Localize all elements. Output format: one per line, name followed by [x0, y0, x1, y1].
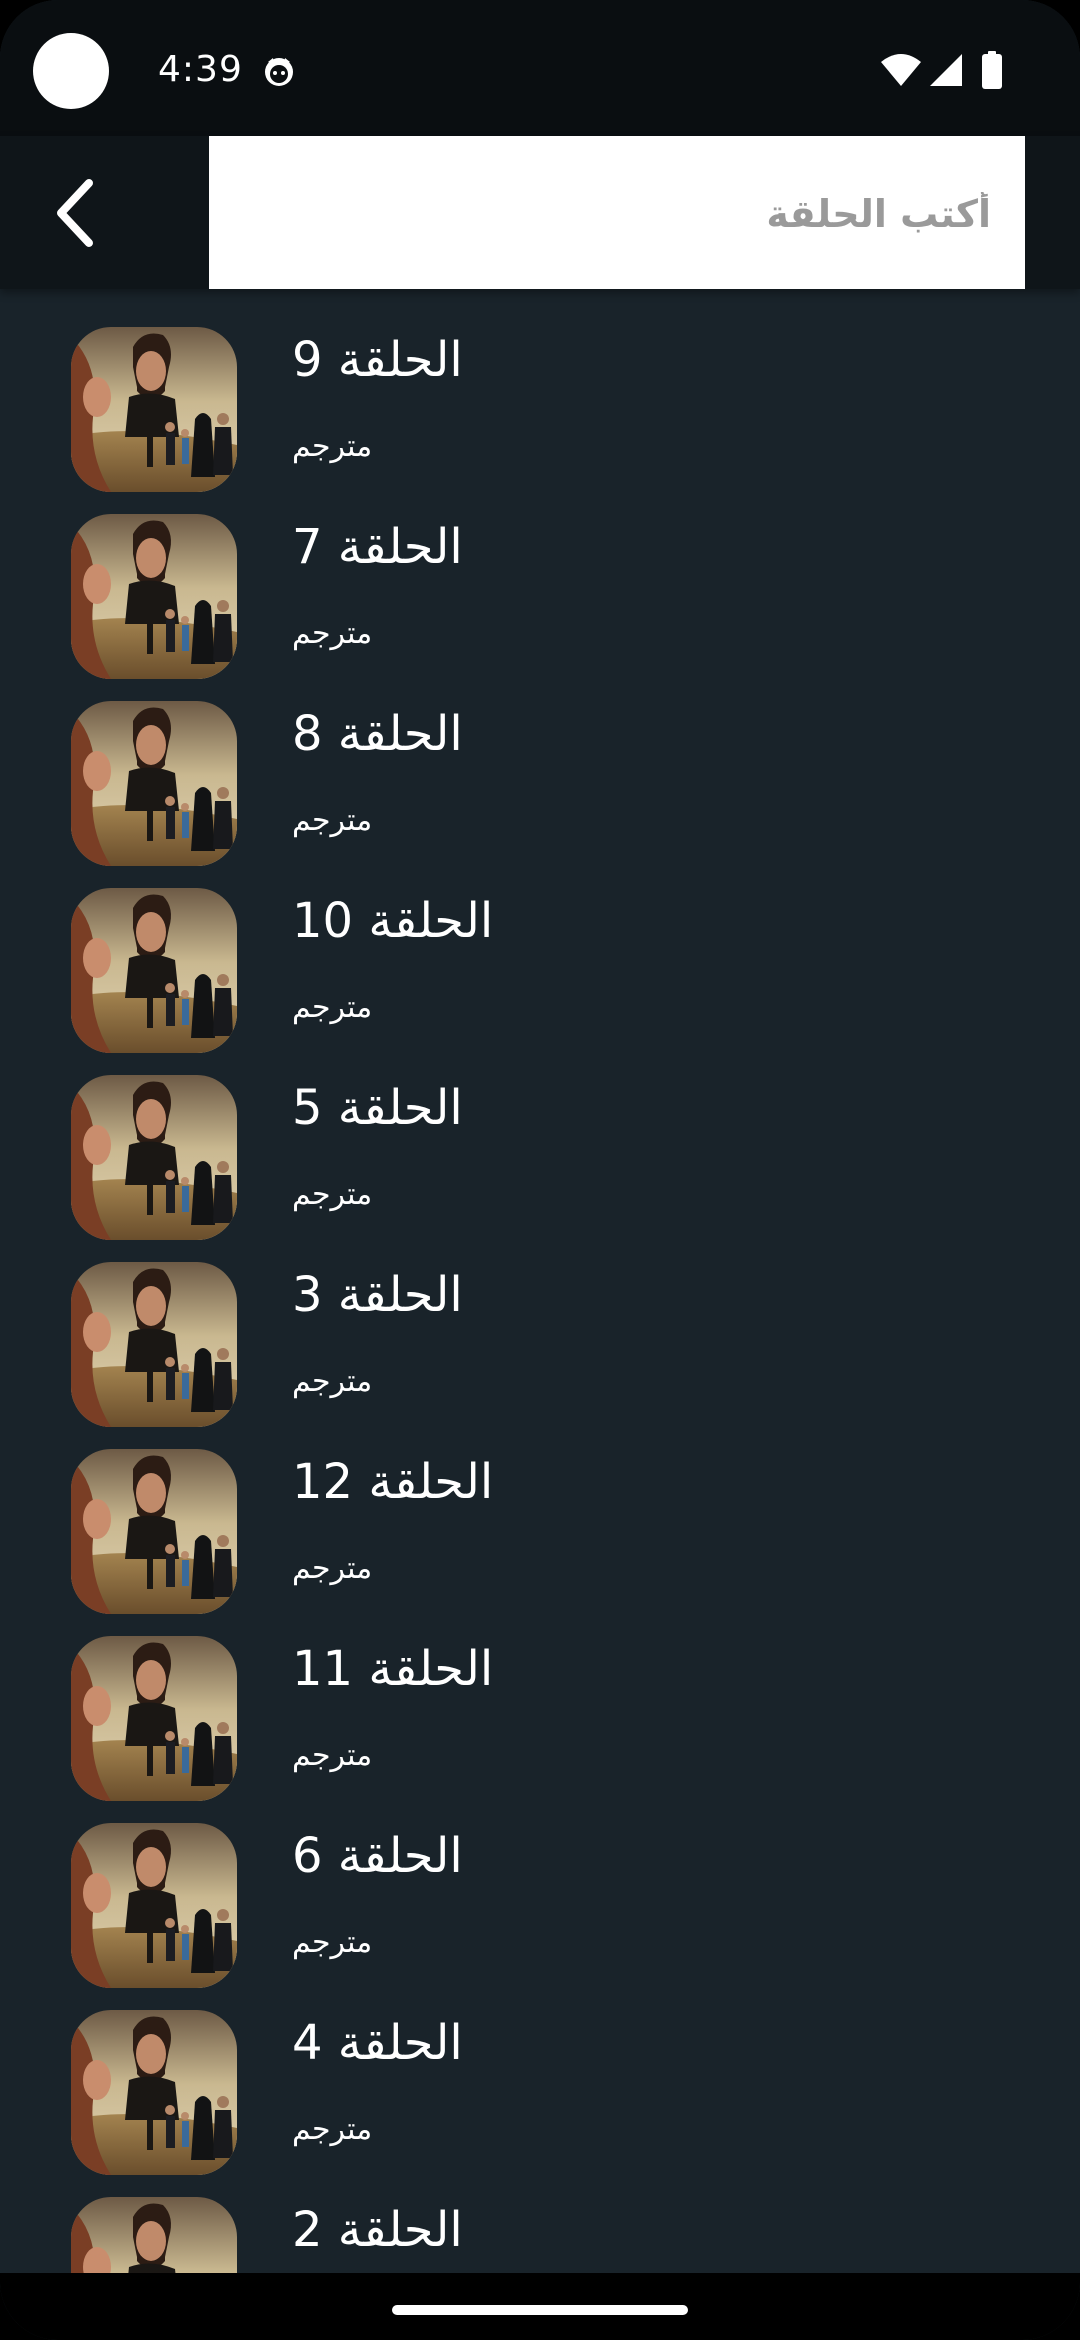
episode-title: الحلقة 5: [292, 1080, 463, 1136]
navigation-bar: [0, 2273, 1080, 2340]
episode-thumbnail: [71, 701, 237, 866]
episode-thumbnail: [71, 2010, 237, 2175]
episode-title: الحلقة 3: [292, 1267, 463, 1323]
search-box: [209, 136, 1025, 291]
episode-subtitle: مترجم: [292, 1177, 373, 1212]
episode-subtitle: مترجم: [292, 429, 373, 464]
episode-item[interactable]: الحلقة 6 مترجم: [0, 1785, 1080, 1972]
episode-thumbnail: [71, 2197, 237, 2273]
episode-title: الحلقة 10: [292, 893, 494, 949]
episode-title: الحلقة 6: [292, 1828, 463, 1884]
episode-item[interactable]: الحلقة 9 مترجم: [0, 289, 1080, 476]
episode-thumbnail: [71, 888, 237, 1053]
status-bar: 4:39: [0, 0, 1080, 136]
episode-subtitle: مترجم: [292, 990, 373, 1025]
search-input[interactable]: [245, 136, 993, 291]
episode-item[interactable]: الحلقة 5 مترجم: [0, 1037, 1080, 1224]
episode-item[interactable]: الحلقة 7 مترجم: [0, 476, 1080, 663]
episode-title: الحلقة 2: [292, 2202, 463, 2258]
episode-thumbnail: [71, 1075, 237, 1240]
episode-item[interactable]: الحلقة 4 مترجم: [0, 1972, 1080, 2159]
episode-thumbnail: [71, 514, 237, 679]
episode-item[interactable]: الحلقة 3 مترجم: [0, 1224, 1080, 1411]
episode-list: الحلقة 9 مترجم الحلقة 7 مترجم الحلقة 8 م…: [0, 289, 1080, 2273]
episode-item[interactable]: الحلقة 12 مترجم: [0, 1411, 1080, 1598]
wifi-icon: [881, 54, 921, 86]
back-button[interactable]: [30, 170, 120, 256]
signal-icon: [930, 54, 962, 86]
episode-item[interactable]: الحلقة 10 مترجم: [0, 850, 1080, 1037]
episode-subtitle: مترجم: [292, 616, 373, 651]
episode-subtitle: مترجم: [292, 1551, 373, 1586]
episode-thumbnail: [71, 1636, 237, 1801]
episode-title: الحلقة 9: [292, 332, 463, 388]
chevron-left-icon: [57, 179, 93, 247]
episode-subtitle: مترجم: [292, 803, 373, 838]
episode-title: الحلقة 7: [292, 519, 463, 575]
episode-item[interactable]: الحلقة 8 مترجم: [0, 663, 1080, 850]
episode-title: الحلقة 8: [292, 706, 463, 762]
notification-icon: [265, 58, 293, 86]
episode-thumbnail: [71, 327, 237, 492]
app-screen: 4:39 أكتب الحلقة الحلقة 9 مترجم الحلقة 7…: [0, 0, 1080, 2340]
episode-subtitle: مترجم: [292, 1364, 373, 1399]
home-handle[interactable]: [392, 2305, 688, 2315]
episode-thumbnail: [71, 1262, 237, 1427]
episode-thumbnail: [71, 1449, 237, 1614]
episode-title: الحلقة 4: [292, 2015, 463, 2071]
battery-icon: [982, 51, 1002, 89]
app-bar: [0, 136, 1080, 291]
camera-cutout: [33, 33, 109, 109]
episode-title: الحلقة 11: [292, 1641, 494, 1697]
status-time: 4:39: [158, 49, 243, 90]
episode-item[interactable]: الحلقة 11 مترجم: [0, 1598, 1080, 1785]
episode-subtitle: مترجم: [292, 1738, 373, 1773]
episode-item[interactable]: الحلقة 2: [0, 2159, 1080, 2273]
episode-thumbnail: [71, 1823, 237, 1988]
episode-subtitle: مترجم: [292, 1925, 373, 1960]
episode-title: الحلقة 12: [292, 1454, 494, 1510]
episode-subtitle: مترجم: [292, 2112, 373, 2147]
